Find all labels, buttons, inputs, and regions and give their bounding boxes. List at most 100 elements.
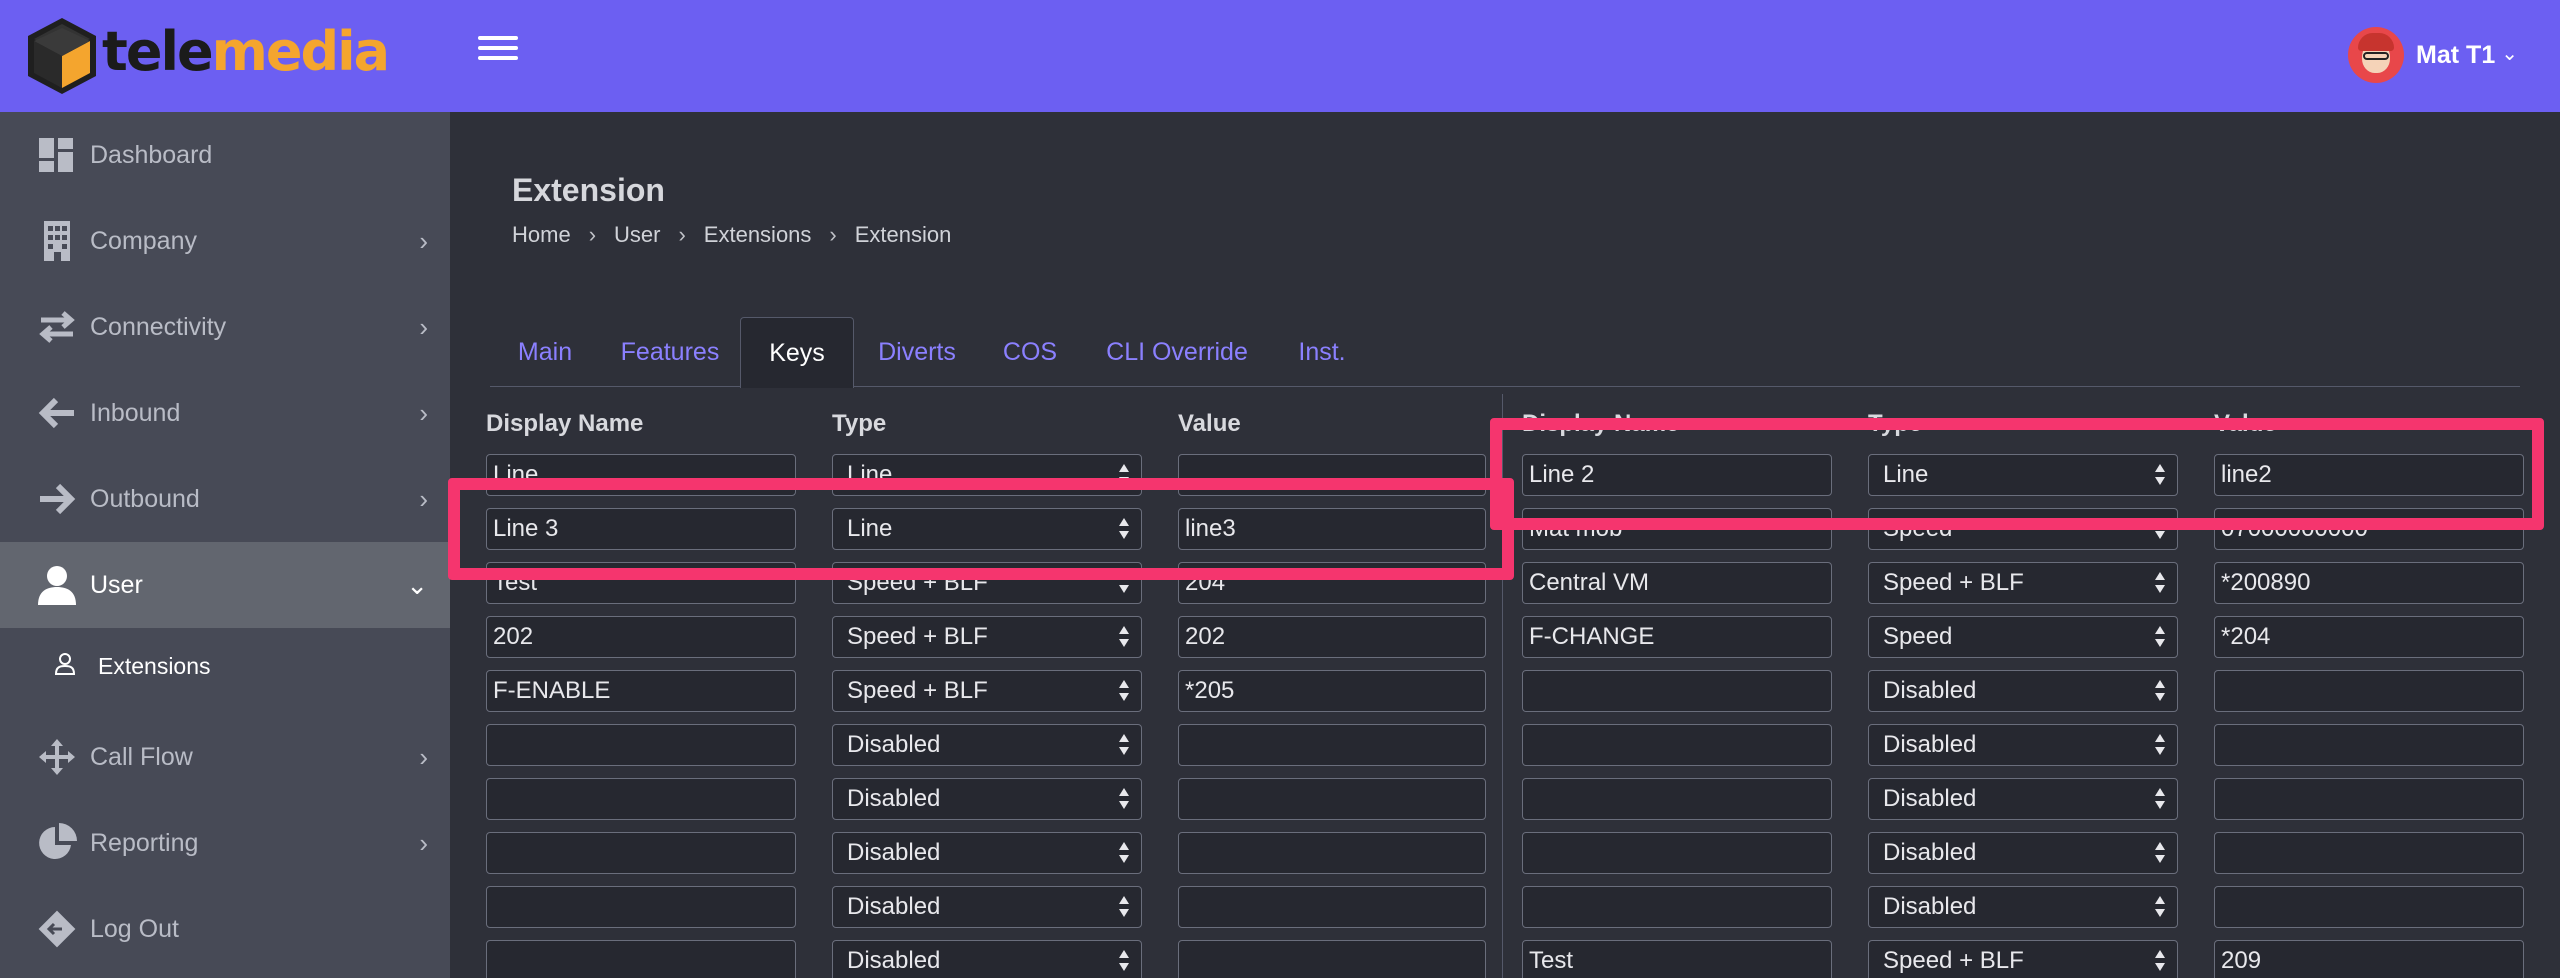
sidebar-item-call-flow[interactable]: Call Flow › <box>0 714 450 800</box>
select-arrows-icon <box>1117 622 1131 652</box>
select-arrows-icon <box>1117 730 1131 760</box>
select-arrows-icon <box>1117 946 1131 976</box>
left-key-type-select[interactable]: Speed + BLF <box>832 670 1142 712</box>
left-key-name-field[interactable]: 202 <box>486 616 796 658</box>
chevron-right-icon: › <box>588 222 597 247</box>
sidebar-subitem-extensions[interactable]: Extensions <box>0 636 450 696</box>
select-arrows-icon <box>2153 676 2167 706</box>
left-key-type-select[interactable]: Disabled <box>832 724 1142 766</box>
left-key-name-field[interactable]: F-ENABLE <box>486 670 796 712</box>
select-value: Speed + BLF <box>847 677 988 704</box>
user-name: Mat T1 <box>2416 40 2496 69</box>
left-key-value-field[interactable]: 202 <box>1178 616 1486 658</box>
right-key-value-field[interactable] <box>2214 832 2524 874</box>
right-key-type-select[interactable]: Speed + BLF <box>1868 562 2178 604</box>
right-key-value-field[interactable] <box>2214 778 2524 820</box>
right-key-name-field[interactable] <box>1522 886 1832 928</box>
left-key-value-field[interactable] <box>1178 832 1486 874</box>
right-key-type-select[interactable]: Disabled <box>1868 670 2178 712</box>
right-key-name-field[interactable]: Central VM <box>1522 562 1832 604</box>
right-key-value-field[interactable] <box>2214 670 2524 712</box>
right-key-name-field[interactable]: Test <box>1522 940 1832 978</box>
move-arrows-icon <box>36 736 78 778</box>
highlight-box-left <box>448 478 1514 580</box>
left-key-type-select[interactable]: Speed + BLF <box>832 616 1142 658</box>
right-key-type-select[interactable]: Speed <box>1868 616 2178 658</box>
building-icon <box>36 220 78 262</box>
arrows-exchange-icon <box>36 306 78 348</box>
left-key-type-select[interactable]: Disabled <box>832 832 1142 874</box>
right-key-type-select[interactable]: Disabled <box>1868 724 2178 766</box>
left-key-name-field[interactable] <box>486 886 796 928</box>
breadcrumb-extensions[interactable]: Extensions <box>704 222 812 248</box>
left-key-value-field[interactable] <box>1178 778 1486 820</box>
sidebar-item-user[interactable]: User ⌄ <box>0 542 450 628</box>
select-value: Speed + BLF <box>1883 569 2024 596</box>
sidebar-item-company[interactable]: Company › <box>0 198 450 284</box>
tab-bar: Main Features Keys Diverts COS CLI Overr… <box>490 317 2520 388</box>
left-key-value-field[interactable]: *205 <box>1178 670 1486 712</box>
tab-keys[interactable]: Keys <box>740 317 854 388</box>
tab-main[interactable]: Main <box>490 317 600 387</box>
right-key-value-field[interactable]: *200890 <box>2214 562 2524 604</box>
right-key-type-select[interactable]: Disabled <box>1868 832 2178 874</box>
right-key-name-field[interactable] <box>1522 778 1832 820</box>
tab-diverts[interactable]: Diverts <box>854 317 980 387</box>
select-arrows-icon <box>2153 946 2167 976</box>
right-key-value-field[interactable]: 209 <box>2214 940 2524 978</box>
left-display-name-header: Display Name <box>486 410 644 437</box>
user-menu[interactable]: Mat T1 ⌄ <box>2348 26 2518 84</box>
left-key-type-select[interactable]: Disabled <box>832 886 1142 928</box>
right-key-value-field[interactable]: *204 <box>2214 616 2524 658</box>
left-key-type-select[interactable]: Disabled <box>832 778 1142 820</box>
left-key-type-select[interactable]: Disabled <box>832 940 1142 978</box>
chevron-right-icon: › <box>419 827 428 858</box>
chevron-right-icon: › <box>419 483 428 514</box>
tab-features[interactable]: Features <box>600 317 740 387</box>
chevron-right-icon: › <box>419 225 428 256</box>
right-key-type-select[interactable]: Disabled <box>1868 886 2178 928</box>
select-arrows-icon <box>1117 838 1131 868</box>
right-key-name-field[interactable] <box>1522 832 1832 874</box>
left-key-value-field[interactable] <box>1178 886 1486 928</box>
right-key-value-field[interactable] <box>2214 886 2524 928</box>
left-key-name-field[interactable] <box>486 724 796 766</box>
select-arrows-icon <box>1117 676 1131 706</box>
right-key-name-field[interactable]: F-CHANGE <box>1522 616 1832 658</box>
select-value: Speed + BLF <box>1883 947 2024 974</box>
right-key-type-select[interactable]: Disabled <box>1868 778 2178 820</box>
select-value: Disabled <box>1883 893 1977 920</box>
tab-inst[interactable]: Inst. <box>1274 317 1370 387</box>
left-type-header: Type <box>832 410 887 437</box>
sidebar-item-outbound[interactable]: Outbound › <box>0 456 450 542</box>
breadcrumb-home[interactable]: Home <box>512 222 571 248</box>
select-value: Disabled <box>1883 785 1977 812</box>
left-key-name-field[interactable] <box>486 940 796 978</box>
right-key-name-field[interactable] <box>1522 724 1832 766</box>
left-key-name-field[interactable] <box>486 832 796 874</box>
sidebar: Dashboard Company › Connectivity › Inbou… <box>0 112 450 978</box>
left-key-value-field[interactable] <box>1178 724 1486 766</box>
sidebar-item-label: User <box>90 570 143 599</box>
arrow-right-icon <box>36 478 78 520</box>
sidebar-item-label: Reporting <box>90 828 199 857</box>
sidebar-item-reporting[interactable]: Reporting › <box>0 800 450 886</box>
breadcrumb-user[interactable]: User <box>614 222 660 248</box>
sidebar-item-log-out[interactable]: Log Out <box>0 886 450 972</box>
tab-cli-override[interactable]: CLI Override <box>1080 317 1274 387</box>
sidebar-item-label: Outbound <box>90 484 200 513</box>
right-key-name-field[interactable] <box>1522 670 1832 712</box>
left-key-name-field[interactable] <box>486 778 796 820</box>
left-key-value-field[interactable] <box>1178 940 1486 978</box>
tab-cos[interactable]: COS <box>980 317 1080 387</box>
select-arrows-icon <box>2153 892 2167 922</box>
sidebar-item-label: Log Out <box>90 914 179 943</box>
right-key-type-select[interactable]: Speed + BLF <box>1868 940 2178 978</box>
right-key-value-field[interactable] <box>2214 724 2524 766</box>
sidebar-item-dashboard[interactable]: Dashboard <box>0 112 450 198</box>
telemedia-logo[interactable]: telemedia <box>24 14 390 98</box>
sidebar-item-connectivity[interactable]: Connectivity › <box>0 284 450 370</box>
chevron-right-icon: › <box>678 222 686 247</box>
sidebar-item-inbound[interactable]: Inbound › <box>0 370 450 456</box>
menu-toggle-icon[interactable] <box>478 36 518 68</box>
